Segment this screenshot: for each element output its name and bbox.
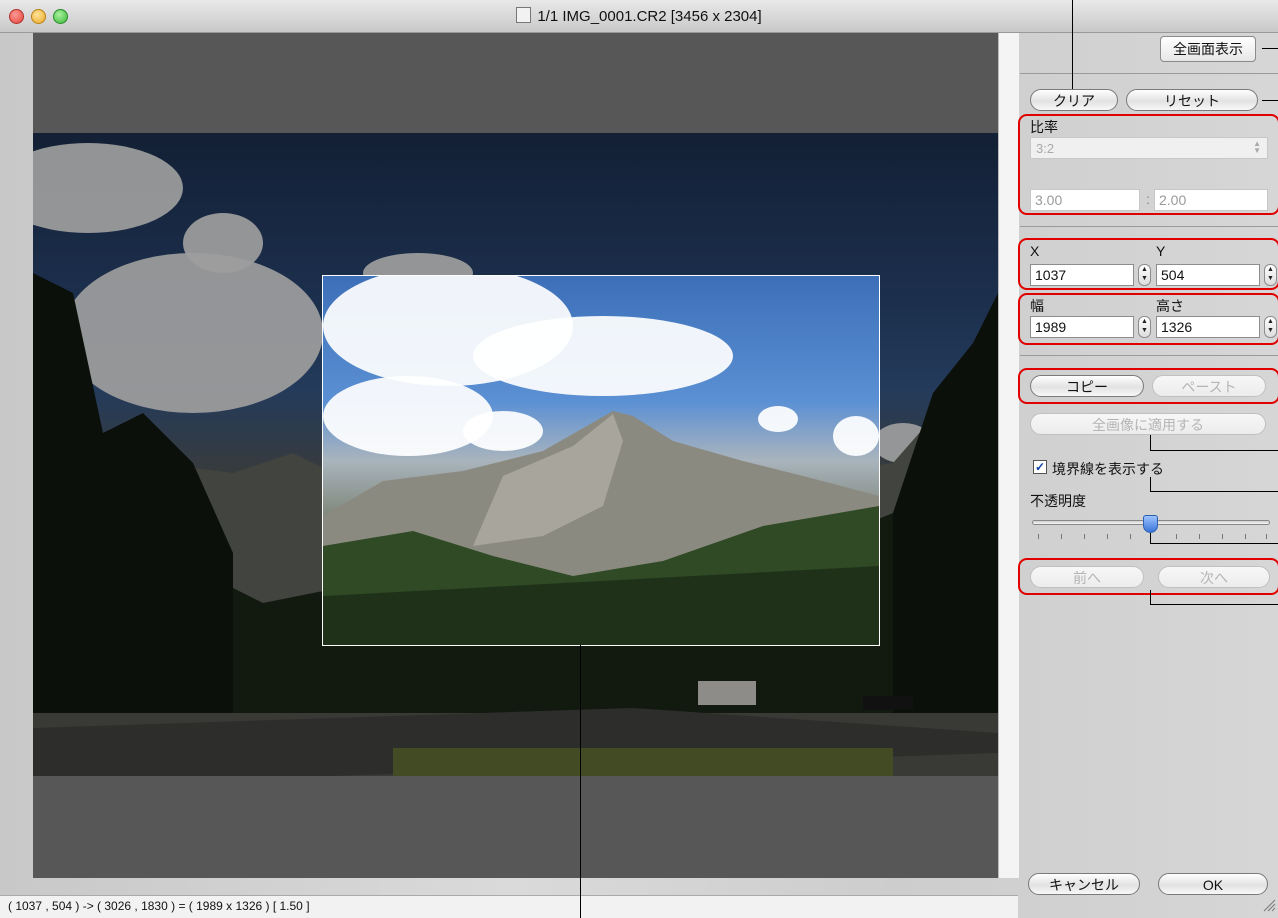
callout-line (1150, 604, 1278, 605)
panel-separator (1020, 226, 1278, 227)
callout-line (1150, 477, 1151, 491)
prev-button[interactable]: 前へ (1030, 566, 1144, 588)
show-border-checkbox[interactable]: ✓ (1033, 460, 1047, 474)
opacity-slider-thumb[interactable] (1143, 515, 1158, 533)
callout-line (1150, 533, 1151, 543)
x-label: X (1030, 243, 1040, 259)
slider-tick (1176, 534, 1177, 539)
callout-line (1150, 543, 1278, 544)
ratio-separator: : (1146, 191, 1150, 207)
panel-separator (1020, 355, 1278, 356)
callout-line (1262, 100, 1278, 101)
crop-landscape-drawing (323, 411, 879, 645)
slider-tick (1107, 534, 1108, 539)
y-stepper-icon[interactable]: ▲ ▼ (1264, 264, 1277, 286)
ratio-select[interactable]: 3:2 ▲ ▼ (1030, 137, 1268, 159)
height-stepper-icon[interactable]: ▲ ▼ (1264, 316, 1277, 338)
callout-line (1150, 590, 1151, 604)
y-label: Y (1156, 243, 1166, 259)
reset-button[interactable]: リセット (1126, 89, 1258, 111)
crop-coordinates-readout: ( 1037 , 504 ) -> ( 3026 , 1830 ) = ( 19… (8, 899, 310, 913)
apply-all-button[interactable]: 全画像に適用する (1030, 413, 1266, 435)
viewer-scrollbar[interactable] (998, 33, 1019, 878)
ratio-width-field[interactable]: 3.00 (1030, 189, 1140, 211)
ratio-label: 比率 (1030, 119, 1058, 135)
slider-tick (1038, 534, 1039, 539)
width-label: 幅 (1030, 298, 1044, 314)
title-bar[interactable]: 1/1 IMG_0001.CR2 [3456 x 2304] (0, 0, 1278, 33)
callout-line (1072, 0, 1073, 89)
panel-separator (1020, 73, 1278, 74)
callout-line (1150, 491, 1278, 492)
ratio-select-value: 3:2 (1036, 141, 1055, 156)
paste-button[interactable]: ペースト (1152, 375, 1266, 397)
show-border-label[interactable]: 境界線を表示する (1052, 459, 1164, 479)
height-label: 高さ (1156, 298, 1184, 314)
opacity-label: 不透明度 (1030, 493, 1086, 509)
slider-tick (1061, 534, 1062, 539)
slider-tick (1199, 534, 1200, 539)
crop-window: 1/1 IMG_0001.CR2 [3456 x 2304] (1037 , … (0, 0, 1278, 918)
cancel-button[interactable]: キャンセル (1028, 873, 1140, 895)
photo-preview[interactable] (33, 133, 998, 776)
checkmark-icon: ✓ (1034, 460, 1046, 474)
slider-tick (1222, 534, 1223, 539)
height-field[interactable]: 1326 (1156, 316, 1260, 338)
clear-button[interactable]: クリア (1030, 89, 1118, 111)
slider-tick (1130, 534, 1131, 539)
window-title: 1/1 IMG_0001.CR2 [3456 x 2304] (537, 8, 762, 25)
slider-tick (1245, 534, 1246, 539)
x-field[interactable]: 1037 (1030, 264, 1134, 286)
status-bar: ( 1037 , 504 ) -> ( 3026 , 1830 ) = ( 19… (0, 895, 1018, 918)
slider-tick (1266, 534, 1267, 539)
callout-line (1150, 435, 1151, 450)
ok-button[interactable]: OK (1158, 873, 1268, 895)
fullscreen-button[interactable]: 全画面表示 (1160, 36, 1256, 62)
width-stepper-icon[interactable]: ▲ ▼ (1138, 316, 1151, 338)
callout-line (1262, 48, 1278, 49)
select-arrows-icon: ▲ ▼ (1253, 139, 1261, 155)
resize-grip-icon[interactable] (1262, 898, 1276, 912)
document-icon (516, 7, 532, 23)
width-field[interactable]: 1989 (1030, 316, 1134, 338)
slider-tick (1084, 534, 1085, 539)
x-stepper-icon[interactable]: ▲ ▼ (1138, 264, 1151, 286)
copy-button[interactable]: コピー (1030, 375, 1144, 397)
image-viewer[interactable] (33, 33, 998, 878)
callout-line (1150, 450, 1278, 451)
y-field[interactable]: 504 (1156, 264, 1260, 286)
window-title-area: 1/1 IMG_0001.CR2 [3456 x 2304] (0, 7, 1278, 25)
callout-line (580, 645, 581, 918)
crop-rectangle[interactable] (322, 275, 880, 646)
ratio-height-field[interactable]: 2.00 (1154, 189, 1268, 211)
next-button[interactable]: 次へ (1158, 566, 1270, 588)
